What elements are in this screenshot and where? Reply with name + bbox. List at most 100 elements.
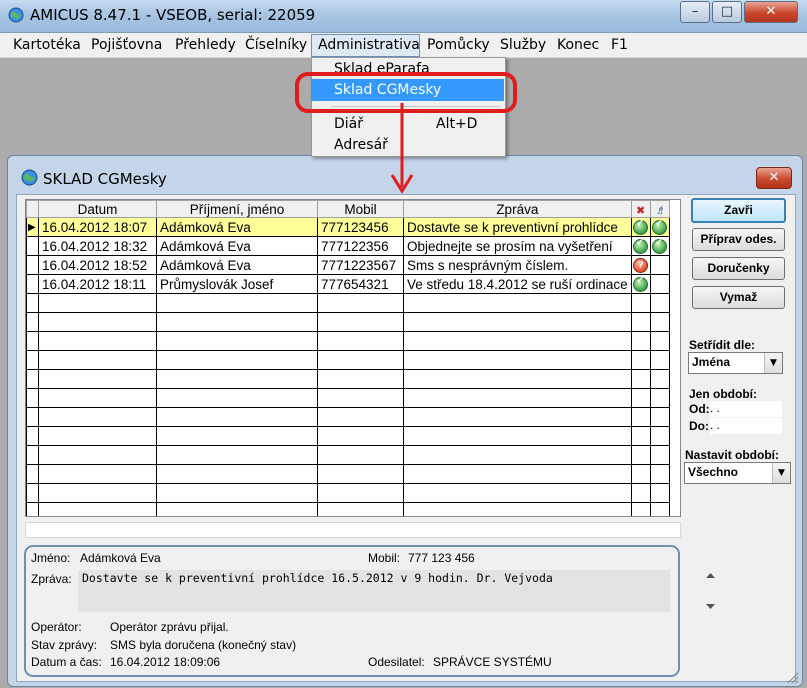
- chevron-down-icon[interactable]: ▼: [772, 463, 790, 483]
- set-period-select[interactable]: Všechno ▼: [684, 462, 791, 484]
- table-row[interactable]: [26, 369, 670, 389]
- row-indicator: [26, 369, 39, 389]
- cell-sent-status: [630, 350, 651, 370]
- maximize-button[interactable]: □: [712, 1, 742, 23]
- table-row[interactable]: 16.04.2012 18:52 Adámková Eva 7771223567 Sm…: [26, 255, 670, 275]
- stav-value: SMS byla doručena (konečný stav): [110, 638, 297, 652]
- cell-datum: 16.04.2012 18:11: [38, 274, 157, 294]
- set-period-value: Všechno: [688, 465, 739, 479]
- menu-item-adresar[interactable]: Adresář: [334, 137, 388, 153]
- cell-sent-status: [630, 217, 651, 237]
- cell-jmeno: [156, 407, 318, 427]
- cell-delivered-status: [649, 331, 670, 351]
- table-row[interactable]: [26, 293, 670, 313]
- row-indicator: [26, 483, 39, 503]
- messages-grid[interactable]: Datum Příjmení, jméno Mobil Zpráva ✖ ♗ 1…: [25, 199, 681, 517]
- minimize-button[interactable]: –: [680, 1, 710, 23]
- menu-administrativa[interactable]: Administrativa: [318, 36, 420, 54]
- column-header-delivered[interactable]: ♗: [649, 200, 670, 218]
- do-date-input[interactable]: . .: [710, 418, 782, 434]
- cell-datum: [38, 293, 157, 313]
- cell-delivered-status: [649, 369, 670, 389]
- person-icon: ♗: [654, 204, 665, 217]
- table-row[interactable]: [26, 331, 670, 351]
- cell-datum: [38, 350, 157, 370]
- grid-horizontal-scrollbar[interactable]: [25, 522, 681, 538]
- table-row[interactable]: [26, 312, 670, 332]
- row-indicator: [26, 274, 39, 294]
- close-button[interactable]: ✕: [744, 1, 798, 23]
- table-row[interactable]: [26, 407, 670, 427]
- vymaz-button[interactable]: Vymaž: [692, 286, 785, 309]
- column-header-jmeno[interactable]: Příjmení, jméno: [156, 200, 318, 218]
- column-header-mobil[interactable]: Mobil: [317, 200, 404, 218]
- table-row[interactable]: [26, 464, 670, 484]
- cell-sent-status: [630, 388, 651, 408]
- table-row[interactable]: [26, 426, 670, 446]
- column-header-datum[interactable]: Datum: [38, 200, 157, 218]
- table-row[interactable]: 16.04.2012 18:32 Adámková Eva 777122356 Obj…: [26, 236, 670, 256]
- menu-item-diar[interactable]: Diář: [334, 116, 363, 132]
- cell-jmeno: [156, 426, 318, 446]
- check-circle-icon: [652, 219, 668, 235]
- table-row[interactable]: [26, 483, 670, 503]
- resize-grip-icon[interactable]: [785, 670, 799, 684]
- annotation-arrow-icon: [390, 103, 414, 194]
- cell-zprava: Dostavte se k preventivní prohlídce: [403, 217, 632, 237]
- cell-datum: [38, 445, 157, 465]
- cell-zprava: Sms s nesprávným číslem.: [403, 255, 632, 275]
- column-header-sent[interactable]: ✖: [630, 200, 651, 218]
- menu-pomucky[interactable]: Pomůcky: [427, 36, 490, 54]
- cell-jmeno: [156, 445, 318, 465]
- table-row[interactable]: 16.04.2012 18:07 Adámková Eva 777123456 Dos…: [26, 217, 670, 237]
- period-label: Jen období:: [689, 387, 757, 401]
- dorucenky-button[interactable]: Doručenky: [692, 257, 785, 280]
- zprava-textarea[interactable]: Dostavte se k preventivní prohlídce 16.5…: [78, 570, 715, 612]
- zavri-button[interactable]: Zavři: [691, 198, 786, 223]
- cell-datum: [38, 388, 157, 408]
- table-row[interactable]: [26, 445, 670, 465]
- stav-label: Stav zprávy:: [31, 638, 98, 652]
- table-row[interactable]: 16.04.2012 18:11 Průmyslovák Josef 7776543…: [26, 274, 670, 294]
- sort-select[interactable]: Jména ▼: [688, 352, 783, 374]
- cell-mobil: 777123456: [317, 217, 404, 237]
- cell-zprava: [403, 369, 632, 389]
- cell-mobil: 7771223567: [317, 255, 404, 275]
- cell-sent-status: [630, 369, 651, 389]
- menu-f1[interactable]: F1: [611, 36, 628, 54]
- table-row[interactable]: [26, 350, 670, 370]
- chevron-down-icon[interactable]: ▼: [764, 353, 782, 373]
- cell-mobil: 777122356: [317, 236, 404, 256]
- sort-select-value: Jména: [692, 355, 731, 369]
- menu-konec[interactable]: Konec: [557, 36, 599, 54]
- row-indicator: [26, 445, 39, 465]
- cell-sent-status: [630, 445, 651, 465]
- cell-datum: [38, 483, 157, 503]
- check-circle-icon: [633, 238, 649, 254]
- menu-sluzby[interactable]: Služby: [500, 36, 546, 54]
- menu-pojistovna[interactable]: Pojišťovna: [91, 36, 162, 54]
- cell-sent-status: [630, 407, 651, 427]
- menu-ciselniky[interactable]: Číselníky: [245, 36, 307, 54]
- priprav-odes-button[interactable]: Příprav odes.: [692, 228, 785, 251]
- od-label: Od:: [689, 402, 710, 416]
- message-scrollbar[interactable]: [702, 570, 719, 612]
- od-date-input[interactable]: . .: [710, 401, 782, 417]
- cell-jmeno: [156, 350, 318, 370]
- cell-jmeno: [156, 331, 318, 351]
- menu-kartoteka[interactable]: Kartotéka: [13, 36, 81, 54]
- menu-prehledy[interactable]: Přehledy: [175, 36, 236, 54]
- cell-jmeno: [156, 464, 318, 484]
- row-indicator: [26, 255, 39, 275]
- zprava-value: Dostavte se k preventivní prohlídce 16.5…: [82, 571, 553, 585]
- cell-sent-status: [630, 312, 651, 332]
- column-header-zprava[interactable]: Zpráva: [403, 200, 632, 218]
- cell-mobil: [317, 312, 404, 332]
- cell-zprava: [403, 464, 632, 484]
- cell-datum: [38, 369, 157, 389]
- cell-mobil: [317, 426, 404, 446]
- table-row[interactable]: [26, 502, 670, 516]
- dialog-close-button[interactable]: ✕: [756, 167, 792, 189]
- table-row[interactable]: [26, 388, 670, 408]
- row-indicator: [26, 331, 39, 351]
